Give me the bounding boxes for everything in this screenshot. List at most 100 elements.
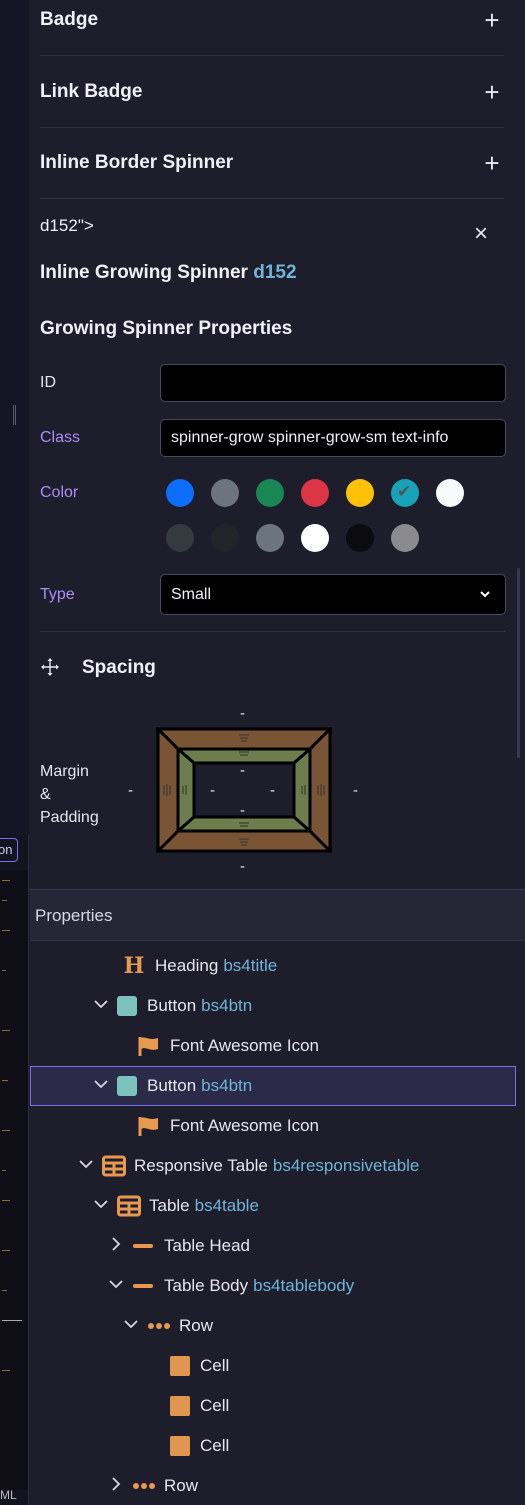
cell-icon [170,1396,190,1416]
color-swatch[interactable] [256,479,284,507]
properties-heading: Growing Spinner Properties [40,318,293,339]
tree-item-label: Row [179,1316,214,1335]
resize-handle[interactable] [13,405,16,425]
color-swatch[interactable] [211,479,239,507]
color-swatch[interactable] [301,524,329,552]
chevron-down-icon[interactable] [93,1196,108,1217]
tree-item-tag: bs4title [223,956,278,975]
color-swatch[interactable] [301,479,329,507]
margin-left-value[interactable]: - [128,782,133,799]
tree-item-label: Row [164,1476,199,1495]
tree-item[interactable]: Table Body bs4tablebody [108,1268,354,1304]
tree-item[interactable]: Table bs4table [93,1188,259,1224]
tree-item-label: Font Awesome Icon [170,1116,319,1135]
editor-tab-chip[interactable]: on [0,838,18,862]
tree-item-label: Table Head [164,1236,251,1255]
tree-item-tag: bs4tablebody [253,1276,355,1295]
tree-item-label: Table Body [164,1276,249,1295]
accordion-inline-border-spinner[interactable]: Inline Border Spinner + [40,128,504,199]
close-icon[interactable]: × [474,222,488,246]
id-input[interactable] [160,364,506,402]
table-icon [102,1155,126,1177]
padding-right-value[interactable]: - [270,782,275,799]
tree-item-tag: bs4responsivetable [272,1156,420,1175]
tree-item-label: Heading [155,956,219,975]
properties-tree-header: Properties [30,889,525,941]
type-select-value: Small [171,586,212,603]
margin-bottom [156,829,332,853]
tree-item[interactable]: Row [123,1308,213,1344]
tree-item-label: Font Awesome Icon [170,1036,319,1055]
chevron-right-icon[interactable] [108,1236,122,1257]
tree-item[interactable]: Cell [170,1388,229,1424]
tree-item-label: Responsive Table [134,1156,268,1175]
plus-icon[interactable]: + [480,79,504,105]
accordion-link-badge[interactable]: Link Badge + [40,57,504,128]
accordion-title: Inline Border Spinner [40,152,234,173]
tree-item[interactable]: Table Head [108,1228,250,1264]
tree-item[interactable]: Row [108,1468,198,1504]
color-swatch[interactable] [346,479,374,507]
spacing-title: Spacing [82,657,156,678]
padding-top [174,747,314,765]
chevron-down-icon[interactable] [93,1076,108,1097]
tree-item[interactable]: Font Awesome Icon [138,1028,319,1064]
color-swatch[interactable] [256,524,284,552]
plus-icon[interactable]: + [480,150,504,176]
chevron-down-icon[interactable] [93,996,108,1017]
chevron-down-icon[interactable] [78,1156,93,1177]
tree-item[interactable]: H Heading bs4title [123,948,278,984]
tree-item[interactable]: Cell [170,1348,229,1384]
tree-item[interactable]: Responsive Table bs4responsivetable [78,1148,419,1184]
color-swatch[interactable] [166,479,194,507]
margin-padding-label: Margin & Padding [40,763,99,826]
accordion-title: Badge [40,9,99,30]
class-input[interactable]: spinner-grow spinner-grow-sm text-info [160,419,506,457]
raw-markup-text: d152"> [40,216,94,235]
tree-item-label: Button [147,1076,197,1095]
left-editor-strip: on ML [0,0,29,1505]
color-swatch[interactable] [346,524,374,552]
color-swatch[interactable] [391,524,419,552]
dash-icon [132,1235,154,1257]
padding-top-value[interactable]: - [240,762,245,779]
tree-item-tag: bs4table [194,1196,259,1215]
color-swatch[interactable] [166,524,194,552]
plus-icon[interactable]: + [480,7,504,33]
heading-icon: H [123,953,145,979]
dots-icon [132,1475,155,1497]
type-select[interactable]: Small [160,574,506,615]
tree-item[interactable]: Button bs4btn [93,1068,252,1104]
tree-item-label: Cell [200,1356,230,1375]
table-icon [117,1195,141,1217]
properties-tree-title: Properties [35,906,113,925]
panel-scrollbar[interactable] [517,568,520,758]
chevron-down-icon[interactable] [108,1276,123,1297]
tree-item[interactable]: Button bs4btn [93,988,252,1024]
padding-left-value[interactable]: - [210,782,215,799]
component-tag: d152 [253,262,297,283]
color-label: Color [40,484,79,501]
section-divider [40,631,506,632]
tree-item-label: Cell [200,1436,230,1455]
margin-right-value[interactable]: - [353,782,358,799]
color-swatch[interactable] [211,524,239,552]
box-model-diagram[interactable] [156,727,332,853]
margin-bottom-value[interactable]: - [240,858,245,875]
padding-bottom-value[interactable]: - [240,802,245,819]
margin-left [156,727,180,853]
chevron-down-icon [479,575,491,629]
editor-mode-label: ML [0,1488,17,1502]
tree-item-label: Cell [200,1396,230,1415]
chevron-right-icon[interactable] [108,1476,122,1497]
tree-item-label: Button [147,996,197,1015]
accordion-badge[interactable]: Badge + [40,0,504,56]
color-swatch[interactable] [436,479,464,507]
margin-top-value[interactable]: - [240,705,245,722]
tree-item[interactable]: Cell [170,1428,229,1464]
color-swatch[interactable]: ✔ [391,479,419,507]
tree-item[interactable]: Font Awesome Icon [138,1108,319,1144]
component-properties-panel: Badge + Link Badge + Inline Border Spinn… [30,0,525,888]
chevron-down-icon[interactable] [123,1316,138,1337]
checkmark-icon: ✔ [397,482,412,501]
